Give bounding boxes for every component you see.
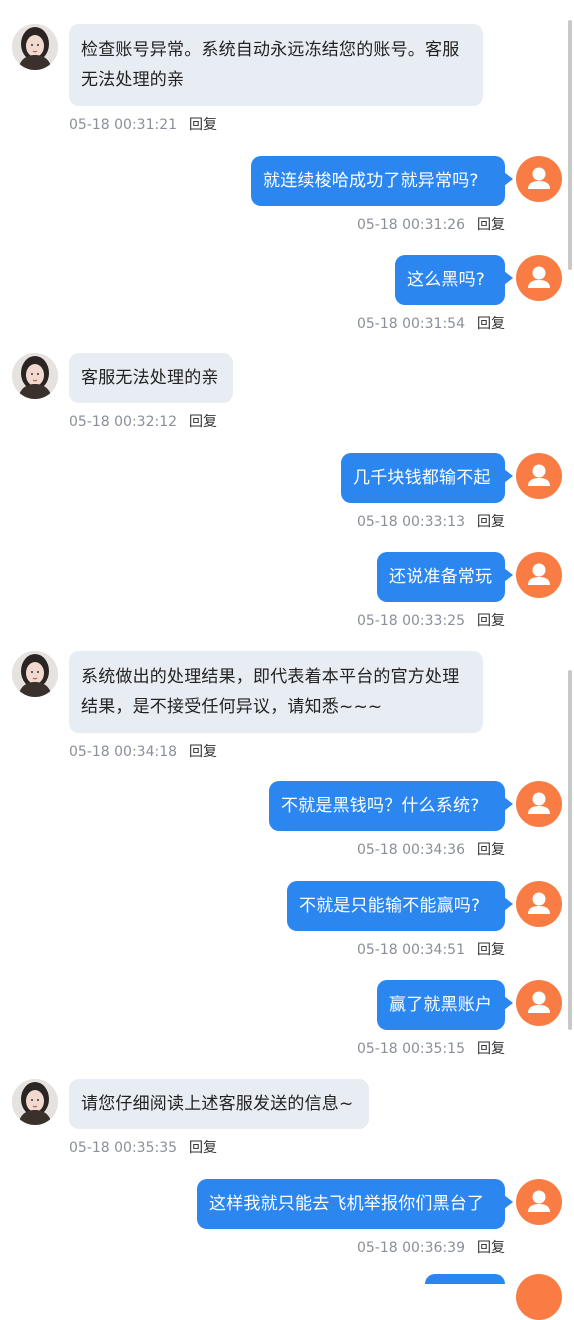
message-text-line: 几千块钱都输不起 [353, 468, 491, 488]
message-timestamp: 05-18 00:33:13 [356, 514, 465, 530]
message-bubble[interactable]: 还说准备常玩 [377, 552, 513, 602]
message-meta: 05-18 00:36:39 回复 [357, 1237, 505, 1257]
message-meta: 05-18 00:34:51 回复 [357, 939, 505, 959]
message-timestamp: 05-18 00:35:15 [356, 1041, 465, 1057]
message-meta: 05-18 00:34:18 回复 [69, 741, 217, 761]
reply-link[interactable]: 回复 [477, 942, 505, 958]
user-avatar-icon[interactable] [516, 980, 562, 1026]
message-meta: 05-18 00:32:12 回复 [69, 411, 217, 431]
message-timestamp: 05-18 00:31:54 [356, 316, 465, 332]
scrollbar-thumb[interactable] [568, 20, 572, 270]
partial-next-message-bubble [425, 1274, 505, 1284]
message-meta: 05-18 00:35:15 回复 [357, 1038, 505, 1058]
reply-link[interactable]: 回复 [477, 1240, 505, 1256]
user-avatar-icon[interactable] [516, 881, 562, 927]
message-bubble[interactable]: 检查账号异常。系统自动永远冻结您的账号。客服 无法处理的亲 [69, 24, 483, 106]
user-avatar-icon[interactable] [516, 1179, 562, 1225]
message-timestamp: 05-18 00:34:18 [69, 744, 178, 760]
message-text-line: 检查账号异常。系统自动永远冻结您的账号。客服 [81, 40, 460, 60]
message-bubble[interactable]: 赢了就黑账户 [377, 980, 513, 1030]
message-text-line: 请您仔细阅读上述客服发送的信息~ [81, 1094, 354, 1114]
message-bubble[interactable]: 不就是黑钱吗？什么系统? [269, 781, 513, 831]
reply-link[interactable]: 回复 [477, 613, 505, 629]
message-bubble[interactable]: 这样我就只能去飞机举报你们黑台了 [197, 1179, 513, 1229]
message-text-line: 就连续梭哈成功了就异常吗? [263, 171, 479, 191]
chat-message-list[interactable]: 检查账号异常。系统自动永远冻结您的账号。客服 无法处理的亲 05-18 00:31:… [0, 0, 574, 1280]
message-timestamp: 05-18 00:36:39 [356, 1240, 465, 1256]
message-meta: 05-18 00:34:36 回复 [357, 839, 505, 859]
user-avatar-icon[interactable] [516, 255, 562, 301]
message-bubble[interactable]: 系统做出的处理结果，即代表着本平台的官方处理 结果，是不接受任何异议，请知悉~~~ [69, 651, 483, 733]
message-timestamp: 05-18 00:31:26 [356, 217, 465, 233]
message-timestamp: 05-18 00:31:21 [69, 117, 178, 133]
user-avatar-icon[interactable] [516, 552, 562, 598]
message-meta: 05-18 00:31:26 回复 [357, 214, 505, 234]
message-text-line: 还说准备常玩 [389, 567, 493, 587]
message-text-line: 赢了就黑账户 [389, 995, 493, 1015]
message-text-line: 客服无法处理的亲 [81, 368, 219, 388]
message-bubble[interactable]: 几千块钱都输不起 [341, 453, 513, 503]
message-meta: 05-18 00:31:54 回复 [357, 313, 505, 333]
message-timestamp: 05-18 00:34:51 [356, 942, 465, 958]
scrollbar[interactable] [568, 0, 574, 1280]
reply-link[interactable]: 回复 [477, 514, 505, 530]
user-avatar-icon[interactable] [516, 453, 562, 499]
message-bubble[interactable]: 不就是只能输不能赢吗? [287, 881, 513, 931]
agent-avatar-icon[interactable] [12, 651, 58, 697]
message-timestamp: 05-18 00:32:12 [69, 414, 178, 430]
agent-avatar-icon[interactable] [12, 353, 58, 399]
message-text-line: 不就是只能输不能赢吗? [299, 896, 481, 916]
reply-link[interactable]: 回复 [477, 217, 505, 233]
message-timestamp: 05-18 00:34:36 [356, 842, 465, 858]
message-timestamp: 05-18 00:35:35 [69, 1140, 178, 1156]
reply-link[interactable]: 回复 [477, 1041, 505, 1057]
message-meta: 05-18 00:33:25 回复 [357, 610, 505, 630]
message-meta: 05-18 00:33:13 回复 [357, 511, 505, 531]
agent-avatar-icon[interactable] [12, 24, 58, 70]
user-avatar-icon[interactable] [516, 156, 562, 202]
message-timestamp: 05-18 00:33:25 [356, 613, 465, 629]
partial-next-user-avatar [516, 1274, 562, 1320]
message-bubble[interactable]: 请您仔细阅读上述客服发送的信息~ [69, 1079, 369, 1129]
message-bubble[interactable]: 就连续梭哈成功了就异常吗? [251, 156, 513, 206]
reply-link[interactable]: 回复 [189, 744, 217, 760]
message-text-line: 系统做出的处理结果，即代表着本平台的官方处理 [81, 667, 460, 687]
agent-avatar-icon[interactable] [12, 1079, 58, 1125]
scrollbar-thumb-secondary[interactable] [568, 670, 572, 1030]
message-text-line: 这么黑吗? [407, 270, 486, 290]
reply-link[interactable]: 回复 [189, 414, 217, 430]
reply-link[interactable]: 回复 [477, 842, 505, 858]
message-text-line: 结果，是不接受任何异议，请知悉~~~ [81, 697, 383, 717]
message-text-line: 无法处理的亲 [81, 70, 185, 90]
message-bubble[interactable]: 客服无法处理的亲 [69, 353, 233, 403]
message-bubble[interactable]: 这么黑吗? [395, 255, 513, 305]
message-meta: 05-18 00:31:21 回复 [69, 114, 217, 134]
reply-link[interactable]: 回复 [477, 316, 505, 332]
reply-link[interactable]: 回复 [189, 1140, 217, 1156]
message-text-line: 这样我就只能去飞机举报你们黑台了 [209, 1194, 485, 1214]
message-text-line: 不就是黑钱吗？什么系统? [281, 796, 480, 816]
reply-link[interactable]: 回复 [189, 117, 217, 133]
user-avatar-icon[interactable] [516, 781, 562, 827]
message-meta: 05-18 00:35:35 回复 [69, 1137, 217, 1157]
